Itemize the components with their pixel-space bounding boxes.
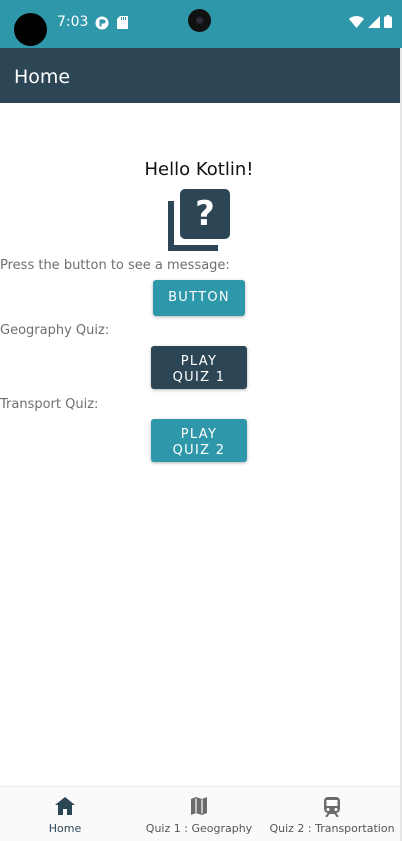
transport-quiz-label: Transport Quiz: <box>0 397 99 412</box>
signal-icon <box>368 15 380 28</box>
main-content: Hello Kotlin! ? Press the button to see … <box>0 103 400 786</box>
geography-quiz-label: Geography Quiz: <box>0 323 110 338</box>
button-prompt-label: Press the button to see a message: <box>0 258 230 273</box>
train-icon <box>324 797 340 817</box>
wifi-icon <box>349 15 364 28</box>
nav-item-transportation-quiz[interactable]: Quiz 2 : Transportation <box>264 787 400 841</box>
greeting-text: Hello Kotlin! <box>144 159 254 180</box>
svg-text:?: ? <box>195 194 215 234</box>
status-bar: 7:03 <box>0 0 402 48</box>
nav-item-home[interactable]: Home <box>30 787 100 841</box>
app-notification-icon <box>95 16 109 30</box>
status-time: 7:03 <box>57 14 89 30</box>
battery-icon <box>384 15 392 28</box>
app-bar: Home <box>0 48 400 103</box>
sd-card-icon <box>117 16 128 29</box>
play-quiz1-button[interactable]: PLAY QUIZ 1 <box>151 346 247 389</box>
nav-item-geography-quiz[interactable]: Quiz 1 : Geography <box>140 787 258 841</box>
nav-item-label: Home <box>48 822 82 835</box>
front-camera-cutout <box>188 9 211 32</box>
nav-item-label: Quiz 1 : Geography <box>145 822 253 835</box>
home-icon <box>55 797 75 815</box>
quiz-question-icon: ? <box>168 189 230 251</box>
status-avatar-dot <box>14 13 47 46</box>
message-button[interactable]: BUTTON <box>153 280 245 316</box>
play-quiz2-button[interactable]: PLAY QUIZ 2 <box>151 419 247 462</box>
page-title: Home <box>14 66 71 88</box>
nav-item-label: Quiz 2 : Transportation <box>269 822 395 835</box>
status-right-icons <box>349 15 392 28</box>
map-icon <box>191 797 207 815</box>
bottom-navigation: Home Quiz 1 : Geography Quiz 2 : Transpo… <box>0 786 400 841</box>
